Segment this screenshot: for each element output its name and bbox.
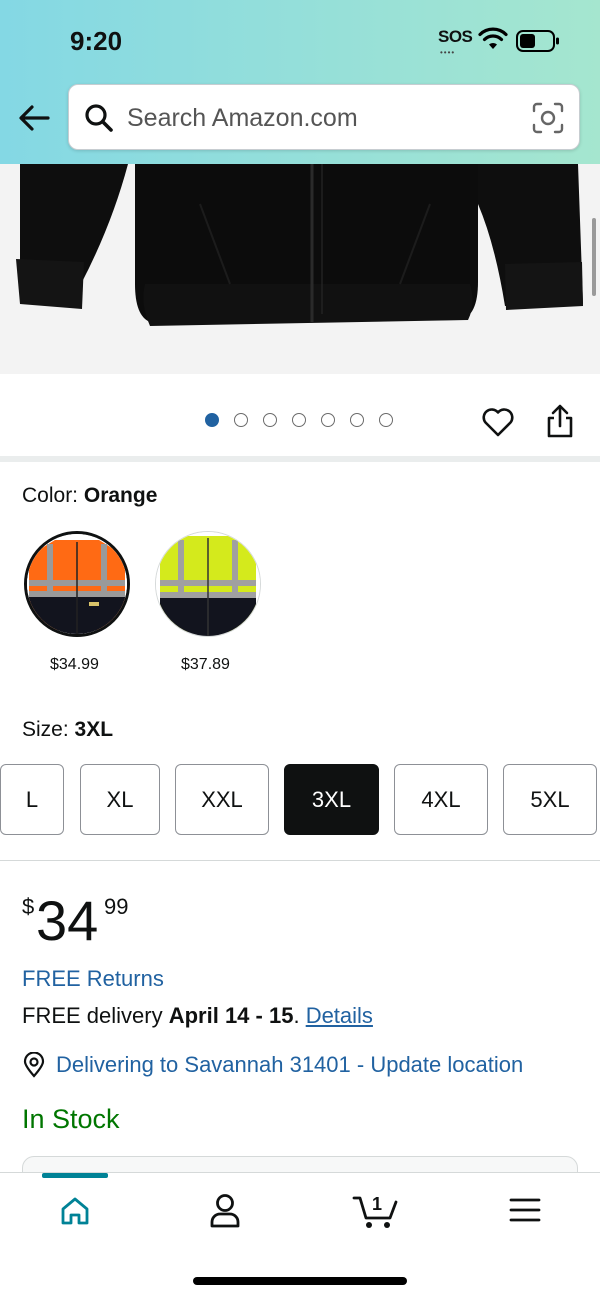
size-option-3xl[interactable]: 3XL xyxy=(284,764,379,835)
carousel-dot[interactable] xyxy=(350,413,364,427)
price-whole: 34 xyxy=(36,889,99,952)
carousel-dot[interactable] xyxy=(321,413,335,427)
cart-count: 1 xyxy=(372,1194,382,1214)
size-selected-value: 3XL xyxy=(74,718,114,741)
free-returns-link[interactable]: FREE Returns xyxy=(22,966,164,992)
size-label: Size: 3XL xyxy=(22,718,113,742)
color-price-orange: $34.99 xyxy=(50,656,99,673)
home-icon[interactable] xyxy=(58,1194,92,1228)
stock-status: In Stock xyxy=(22,1104,120,1134)
search-icon xyxy=(85,104,113,132)
cart-icon[interactable]: 1 xyxy=(352,1188,400,1230)
status-time: 9:20 xyxy=(70,26,123,56)
delivery-info: FREE delivery April 14 - 15. Details xyxy=(22,1003,373,1029)
carousel-dot[interactable] xyxy=(379,413,393,427)
carousel-dot[interactable] xyxy=(234,413,248,427)
section-divider xyxy=(0,860,600,861)
color-label-text: Color: xyxy=(22,484,79,507)
carousel-dot[interactable] xyxy=(263,413,277,427)
section-divider xyxy=(0,456,600,462)
search-bar[interactable]: Search Amazon.com xyxy=(68,84,580,150)
back-arrow-icon[interactable] xyxy=(16,100,52,136)
status-sos: SOS xyxy=(438,27,473,46)
color-selected-value: Orange xyxy=(83,484,158,507)
camera-search-icon[interactable] xyxy=(531,101,565,135)
carousel-dots xyxy=(205,413,393,427)
wifi-icon xyxy=(478,27,508,49)
app-header: 9:20 SOS •••• Search Amazon.com xyxy=(0,0,600,164)
size-option-4xl[interactable]: 4XL xyxy=(394,764,488,835)
color-label: Color: Orange xyxy=(22,484,157,508)
size-option-xxl[interactable]: XXL xyxy=(175,764,269,835)
price-symbol: $ xyxy=(22,894,35,919)
battery-icon xyxy=(516,30,559,52)
orange-jacket-thumbnail xyxy=(27,534,127,634)
size-option-5xl[interactable]: 5XL xyxy=(503,764,597,835)
size-option-xl[interactable]: XL xyxy=(80,764,160,835)
delivery-suffix: . xyxy=(293,1003,300,1028)
delivery-details-link[interactable]: Details xyxy=(306,1003,373,1028)
size-label-text: Size: xyxy=(22,718,69,741)
heart-icon[interactable] xyxy=(480,404,516,440)
carousel-dot[interactable] xyxy=(292,413,306,427)
nav-active-indicator xyxy=(42,1173,108,1178)
color-swatch-yellow[interactable] xyxy=(155,531,261,637)
home-indicator xyxy=(193,1277,407,1285)
search-input[interactable]: Search Amazon.com xyxy=(127,104,358,133)
product-image[interactable] xyxy=(0,164,600,374)
delivery-dates: April 14 - 15 xyxy=(168,1003,294,1028)
signal-dots-icon: •••• xyxy=(440,48,456,57)
location-pin-icon xyxy=(23,1052,45,1078)
account-icon[interactable] xyxy=(207,1192,243,1230)
size-option-l[interactable]: L xyxy=(0,764,64,835)
carousel-dot[interactable] xyxy=(205,413,219,427)
color-swatch-orange[interactable] xyxy=(24,531,130,637)
delivery-location-link[interactable]: Delivering to Savannah 31401 - Update lo… xyxy=(56,1052,523,1078)
jacket-image xyxy=(0,164,600,374)
delivery-prefix: FREE delivery xyxy=(22,1003,163,1028)
scrollbar[interactable] xyxy=(592,218,596,296)
share-icon[interactable] xyxy=(544,402,576,440)
price-fraction: 99 xyxy=(104,894,129,919)
color-price-yellow: $37.89 xyxy=(181,656,230,673)
menu-icon[interactable] xyxy=(508,1196,542,1224)
yellow-jacket-thumbnail xyxy=(156,532,260,636)
